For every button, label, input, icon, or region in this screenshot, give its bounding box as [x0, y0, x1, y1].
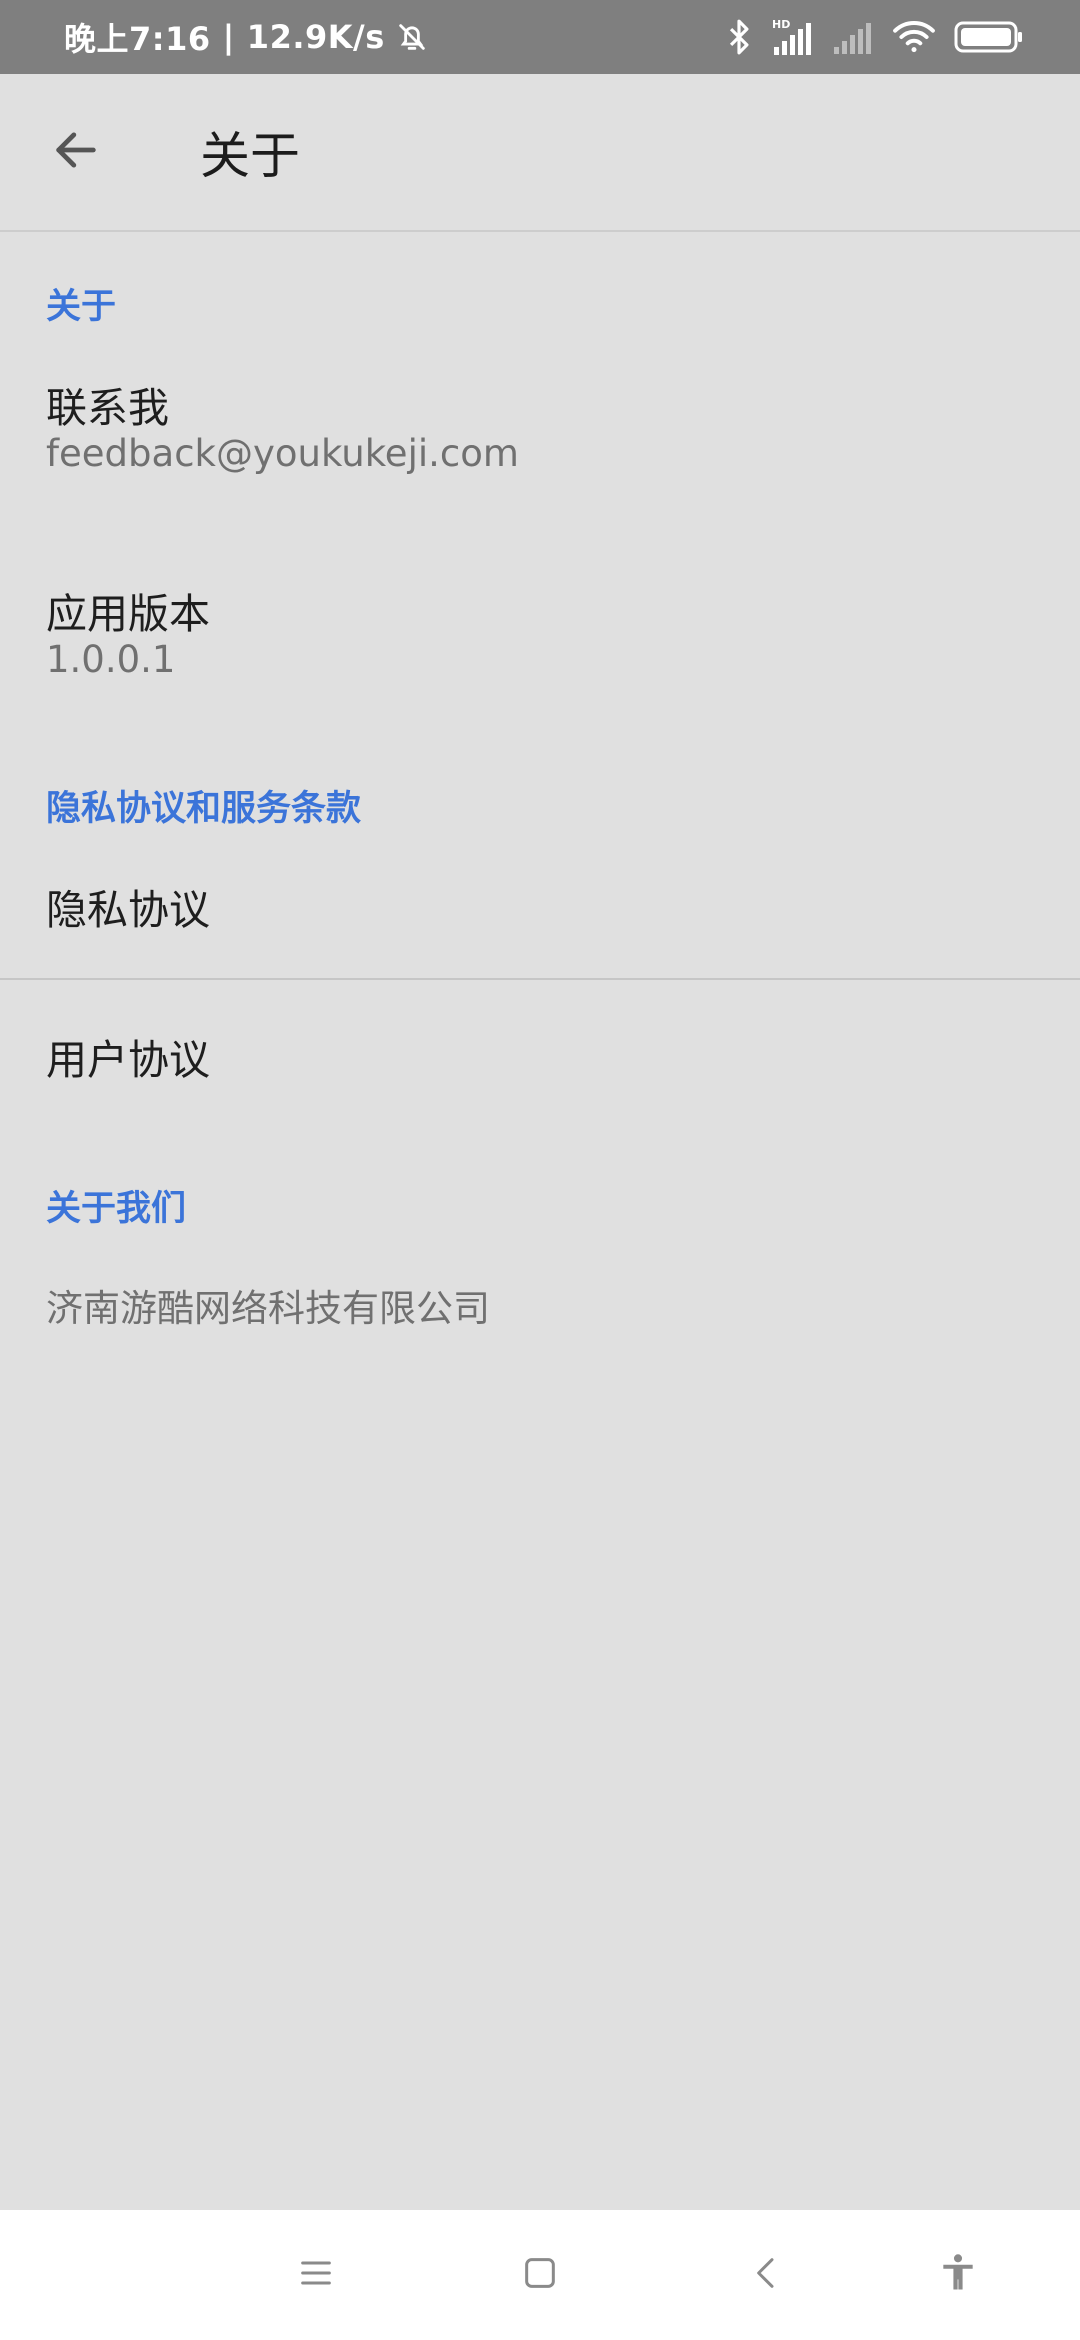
version-title: 应用版本 [46, 590, 210, 638]
privacy-policy-item[interactable]: 隐私协议 [0, 860, 1080, 978]
menu-button[interactable] [276, 2235, 356, 2315]
arrow-left-icon [50, 124, 102, 180]
page-title: 关于 [200, 127, 300, 185]
status-left: 晚上7:16 | 12.9K/s [64, 0, 429, 74]
user-agreement-item[interactable]: 用户协议 [0, 1010, 1080, 1128]
bluetooth-icon [726, 18, 752, 56]
status-time: 晚上7:16 [64, 20, 211, 58]
divider [0, 978, 1080, 980]
company-name: 济南游酷网络科技有限公司 [46, 1287, 490, 1330]
version-value: 1.0.0.1 [46, 638, 176, 681]
status-bar: 晚上7:16 | 12.9K/s HD [0, 0, 1080, 74]
section-header-about-us: 关于我们 [46, 1189, 187, 1229]
status-right: HD [726, 0, 1024, 74]
svg-text:HD: HD [772, 18, 790, 31]
battery-icon [954, 20, 1024, 54]
company-item[interactable]: 济南游酷网络科技有限公司 [0, 1260, 1080, 1370]
contact-title: 联系我 [46, 384, 169, 432]
signal-icon [832, 19, 874, 55]
contact-email: feedback@youkukeji.com [46, 432, 519, 475]
wifi-icon [892, 19, 936, 55]
section-header-privacy: 隐私协议和服务条款 [46, 789, 362, 829]
version-item[interactable]: 应用版本 1.0.0.1 [0, 556, 1080, 726]
bell-off-icon [395, 20, 429, 54]
back-icon [747, 2253, 787, 2297]
network-speed: 12.9K/s [246, 18, 385, 56]
user-agreement-label: 用户协议 [46, 1036, 210, 1084]
contact-item[interactable]: 联系我 feedback@youkukeji.com [0, 350, 1080, 520]
back-button[interactable] [36, 112, 116, 192]
menu-icon [296, 2253, 336, 2297]
home-button[interactable] [500, 2235, 580, 2315]
status-separator: | [222, 18, 235, 56]
app-bar: 关于 [0, 74, 1080, 232]
accessibility-icon [936, 2251, 980, 2299]
section-header-about: 关于 [46, 287, 117, 327]
privacy-policy-label: 隐私协议 [46, 886, 210, 934]
navigation-bar [0, 2210, 1080, 2340]
hd-signal-icon: HD [770, 17, 814, 57]
home-icon [520, 2253, 560, 2297]
screen: 晚上7:16 | 12.9K/s HD 关于 关于 联系我 feedback@y… [0, 0, 1080, 2340]
back-nav-button[interactable] [727, 2235, 807, 2315]
accessibility-button[interactable] [918, 2235, 998, 2315]
